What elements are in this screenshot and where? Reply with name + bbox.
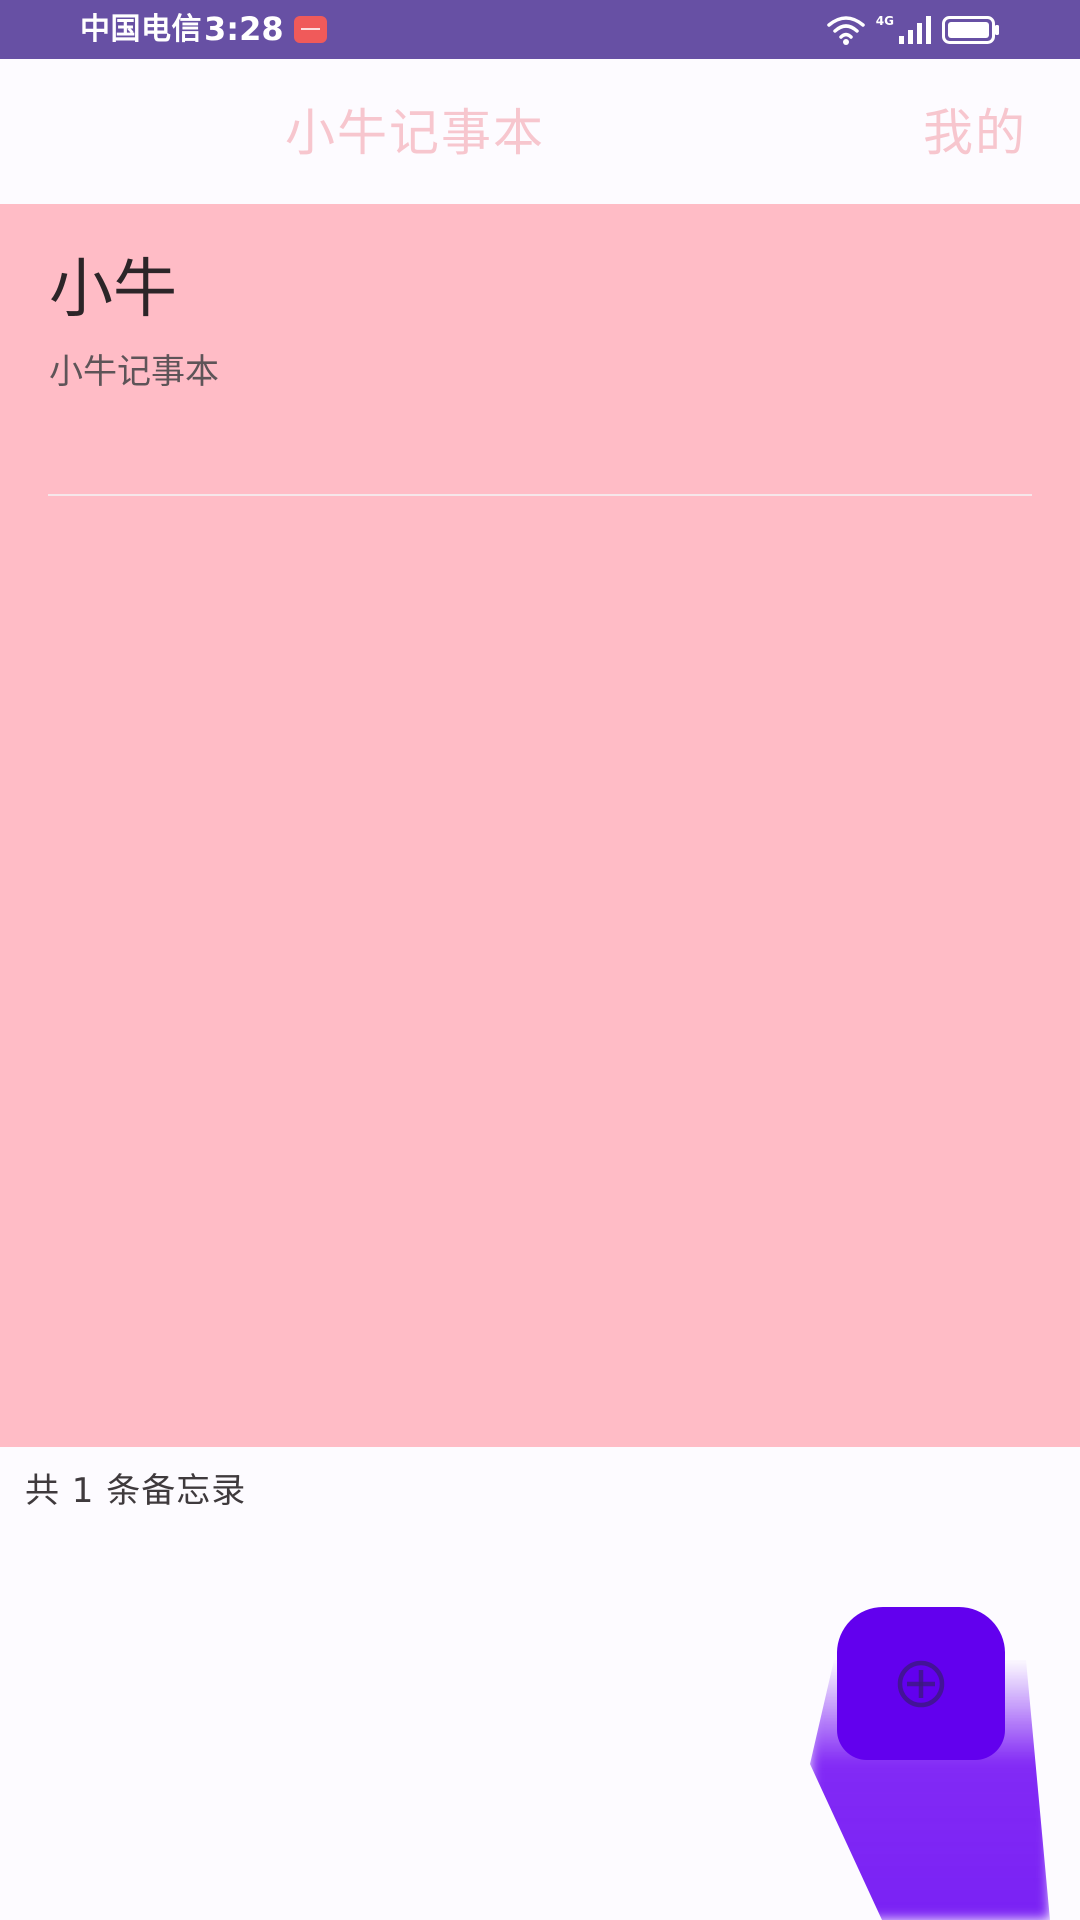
app-title: 小牛记事本 xyxy=(285,104,545,162)
battery-icon xyxy=(942,16,1000,44)
app-notification-icon xyxy=(293,16,327,43)
wifi-icon xyxy=(826,14,866,46)
carrier-name: 中国电信 xyxy=(80,12,202,47)
add-note-button[interactable] xyxy=(837,1607,1005,1760)
profile-link[interactable]: 我的 xyxy=(923,103,1027,163)
status-bar: 中国电信 3:28 4G xyxy=(0,0,1080,59)
top-app-bar: 小牛记事本 我的 xyxy=(0,59,1080,204)
status-left: 中国电信 3:28 xyxy=(80,8,327,51)
network-type: 4G xyxy=(875,14,894,28)
note-count: 共 1 条备忘录 xyxy=(25,1471,247,1511)
note-divider xyxy=(48,494,1032,496)
screen: 中国电信 3:28 4G 小牛记事本 我的 小牛 小牛记事本 共 1 条备忘录 xyxy=(0,0,1080,1920)
note-content: 小牛记事本 xyxy=(49,352,219,392)
clock: 3:28 xyxy=(204,10,284,48)
add-circle-icon xyxy=(895,1658,947,1710)
status-right: 4G xyxy=(826,12,1000,48)
note-list: 小牛 小牛记事本 xyxy=(0,204,1080,1447)
note-item[interactable]: 小牛 小牛记事本 xyxy=(48,204,1032,496)
cellular-signal-icon xyxy=(898,16,932,44)
note-title: 小牛 xyxy=(49,253,177,327)
